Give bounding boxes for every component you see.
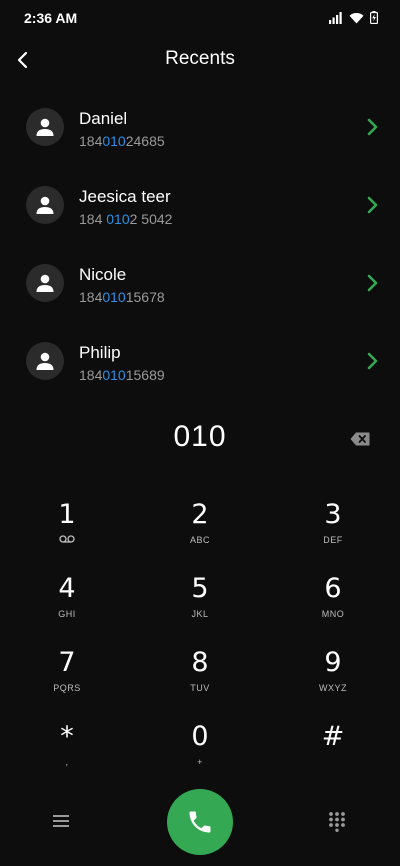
key-letters: DEF: [323, 535, 343, 545]
key-letters: MNO: [321, 609, 345, 619]
page-title: Recents: [165, 48, 235, 69]
avatar: [26, 342, 64, 380]
number-match: 010: [102, 289, 126, 305]
key-digit: 7: [58, 647, 76, 678]
call-button[interactable]: [167, 789, 233, 855]
key-letters: ,: [65, 757, 69, 767]
key-letters: JKL: [191, 609, 209, 619]
key-letters: WXYZ: [319, 683, 347, 693]
key-digit: *: [60, 721, 74, 752]
key-digit: 8: [191, 647, 209, 678]
key-digit: 4: [58, 573, 76, 604]
avatar: [26, 264, 64, 302]
contact-number: 184 0102 5042: [79, 211, 173, 227]
chevron-right-icon[interactable]: [366, 117, 380, 137]
menu-icon[interactable]: [50, 810, 72, 832]
dialed-number: 010: [173, 420, 227, 453]
key-8[interactable]: 8 TUV: [145, 648, 255, 718]
key-digit: 9: [324, 647, 342, 678]
person-icon: [36, 352, 54, 370]
contact-name: Philip: [79, 343, 121, 362]
wifi-icon: [349, 12, 364, 24]
person-icon: [36, 196, 54, 214]
voicemail-icon: [12, 535, 122, 545]
key-7[interactable]: 7 PQRS: [12, 648, 122, 718]
dialpad-icon[interactable]: [326, 810, 348, 832]
key-3[interactable]: 3 DEF: [278, 500, 388, 570]
key-5[interactable]: 5 JKL: [145, 574, 255, 644]
signal-icon: [329, 12, 342, 24]
key-0[interactable]: 0 +: [145, 722, 255, 792]
status-time: 2:36 AM: [24, 10, 78, 26]
key-2[interactable]: 2 ABC: [145, 500, 255, 570]
status-bar: 2:36 AM: [0, 0, 400, 36]
avatar: [26, 186, 64, 224]
key-digit: 6: [324, 573, 342, 604]
contact-name: Jeesica teer: [79, 187, 171, 206]
number-match: 010: [106, 211, 130, 227]
person-icon: [36, 118, 54, 136]
contact-row-nicole[interactable]: Nicole 18401015678: [0, 246, 400, 324]
contact-row-jeesica-teer[interactable]: Jeesica teer 184 0102 5042: [0, 168, 400, 246]
chevron-right-icon[interactable]: [366, 351, 380, 371]
avatar: [26, 108, 64, 146]
key-digit: 5: [191, 573, 209, 604]
contact-number: 18401015678: [79, 289, 165, 305]
key-letters: +: [197, 757, 203, 767]
contact-row-daniel[interactable]: Daniel 18401024685: [0, 90, 400, 168]
key-digit: 2: [191, 499, 209, 530]
key-letters: ABC: [189, 535, 210, 545]
person-icon: [36, 274, 54, 292]
status-icons: [329, 10, 378, 24]
recents-list: Daniel 18401024685 Jeesica teer 184 0102…: [0, 90, 400, 402]
key-hash[interactable]: #: [278, 722, 388, 792]
contact-number: 18401024685: [79, 133, 165, 149]
bottom-bar: [0, 786, 400, 856]
key-6[interactable]: 6 MNO: [278, 574, 388, 644]
phone-icon: [189, 811, 211, 833]
phone-screen: 2:36 AM Recents Daniel 18401024685 Jeesi…: [0, 0, 400, 866]
key-9[interactable]: 9 WXYZ: [278, 648, 388, 718]
key-letters: GHI: [58, 609, 76, 619]
backspace-icon[interactable]: [350, 432, 370, 446]
number-match: 010: [102, 133, 126, 149]
key-letters: PQRS: [53, 683, 81, 693]
contact-row-philip[interactable]: Philip 18401015689: [0, 324, 400, 402]
key-digit: 3: [324, 499, 342, 530]
key-digit: 1: [58, 499, 76, 530]
contact-name: Daniel: [79, 109, 128, 128]
key-letters: TUV: [190, 683, 210, 693]
number-match: 010: [102, 367, 126, 383]
key-1[interactable]: 1: [12, 500, 122, 570]
battery-charging-icon: [370, 11, 378, 24]
header: Recents: [0, 40, 400, 80]
key-4[interactable]: 4 GHI: [12, 574, 122, 644]
chevron-right-icon[interactable]: [366, 273, 380, 293]
key-digit: 0: [191, 721, 209, 752]
key-digit: #: [321, 721, 345, 752]
chevron-right-icon[interactable]: [366, 195, 380, 215]
key-star[interactable]: * ,: [12, 722, 122, 792]
contact-number: 18401015689: [79, 367, 165, 383]
contact-name: Nicole: [79, 265, 127, 284]
